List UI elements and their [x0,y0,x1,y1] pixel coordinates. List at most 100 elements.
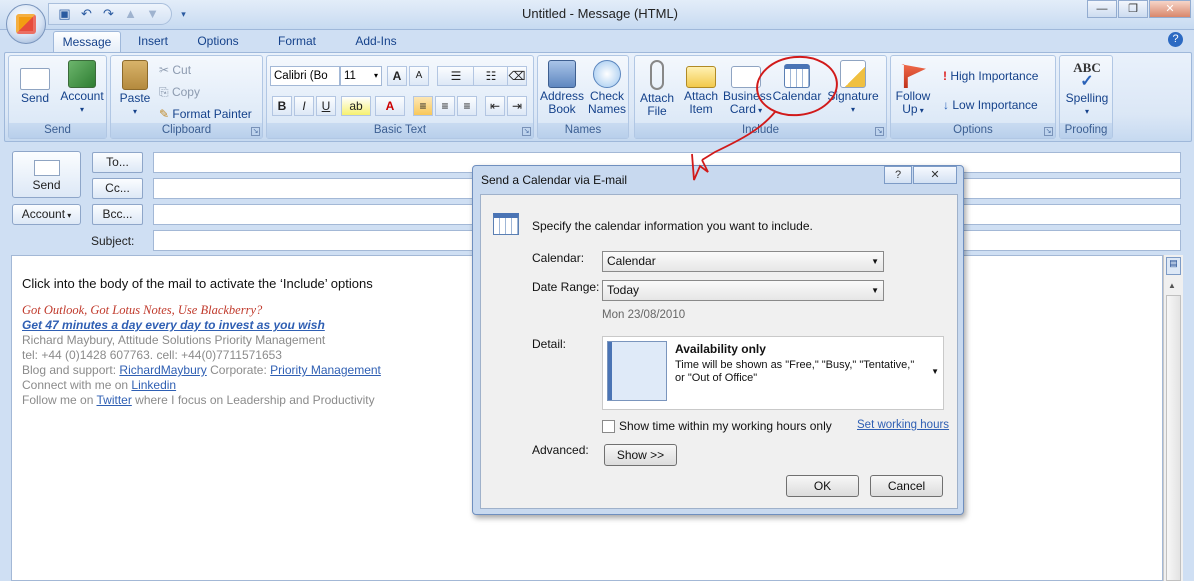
highlight-icon[interactable]: ab [341,96,371,116]
scrollbar-thumb[interactable] [1166,295,1181,581]
underline-button[interactable]: U [316,96,336,116]
bullets-button[interactable]: ☰ [437,66,475,86]
tab-insert[interactable]: Insert [128,31,178,53]
follow-up-button[interactable]: Follow Up ▾ [893,60,933,117]
scissors-icon: ✂ [159,63,173,77]
names-group-label: Names [538,123,628,138]
clipboard-group-label: Clipboard [111,123,262,138]
copy-button[interactable]: ⎘ Copy [159,84,200,100]
show-advanced-button[interactable]: Show >> [604,444,677,466]
dropdown-arrow-icon: ▾ [65,211,72,220]
priority-management-link[interactable]: Priority Management [270,363,381,377]
dialog-launcher-icon[interactable]: ↘ [1044,127,1053,136]
numbering-button[interactable]: ☷ [473,66,509,86]
signature-name: Richard Maybury, Attitude Solutions Prio… [22,333,326,347]
align-right-button[interactable]: ≡ [457,96,477,116]
options-group: Follow Up ▾ ! High Importance ↓ Low Impo… [890,55,1056,139]
down-icon[interactable]: ▼ [145,7,160,21]
ruler-toggle-icon[interactable]: ▤ [1166,257,1181,275]
copy-icon: ⎘ [159,85,172,99]
attach-file-button[interactable]: Attach File [637,60,677,118]
bcc-button[interactable]: Bcc... [92,204,143,225]
working-hours-checkbox[interactable] [602,420,615,433]
working-hours-label: Show time within my working hours only [619,419,832,433]
dialog-close-button[interactable]: ✕ [913,166,957,184]
account-dropdown-button[interactable]: Account ▾ [12,204,81,225]
undo-icon[interactable]: ↶ [79,7,94,21]
clipboard-group: Paste ▾ ✂ Cut ⎘ Copy ✎ Format Painter Cl… [110,55,263,139]
low-importance-button[interactable]: ↓ Low Importance [943,97,1038,113]
dropdown-arrow-icon: ▾ [373,71,378,80]
clear-formatting-button[interactable]: ⌫ [507,66,527,86]
restore-button[interactable]: ❐ [1118,0,1148,18]
font-size-combo[interactable]: 11 ▾ [340,66,382,86]
help-icon[interactable]: ? [1168,32,1183,47]
dropdown-arrow-icon: ▼ [931,367,939,376]
high-importance-button[interactable]: ! High Importance [943,68,1038,84]
ribbon-send-button[interactable]: Send [15,60,55,105]
cancel-button[interactable]: Cancel [870,475,943,497]
cut-button[interactable]: ✂ Cut [159,62,191,78]
shrink-font-button[interactable]: A [409,66,429,86]
signature-twitter-line: Follow me on Twitter where I focus on Le… [22,393,375,407]
scroll-up-icon[interactable]: ▲ [1168,281,1176,290]
tab-format-text[interactable]: Format Text [258,31,336,68]
date-range-select[interactable]: Today ▼ [602,280,884,301]
ribbon-account-button[interactable]: Account ▾ [59,60,105,116]
calendar-select[interactable]: Calendar ▼ [602,251,884,272]
proofing-group-label: Proofing [1060,123,1112,138]
cc-button[interactable]: Cc... [92,178,143,199]
align-center-button[interactable]: ≡ [435,96,455,116]
font-name-combo[interactable]: Calibri (Bo [270,66,340,86]
set-working-hours-link[interactable]: Set working hours [857,419,949,431]
increase-indent-button[interactable]: ⇥ [507,96,527,116]
to-button[interactable]: To... [92,152,143,173]
vertical-scrollbar[interactable]: ▤ ▲ [1163,255,1183,581]
linkedin-link[interactable]: Linkedin [131,378,176,392]
date-range-label: Date Range: [532,280,600,294]
up-icon[interactable]: ▲ [123,7,138,21]
minimize-button[interactable]: — [1087,0,1117,18]
detail-select[interactable]: Availability only Time will be shown as … [602,336,944,410]
dialog-content: Specify the calendar information you wan… [480,194,958,509]
bold-button[interactable]: B [272,96,292,116]
tab-add-ins[interactable]: Add-Ins [346,31,406,53]
twitter-link[interactable]: Twitter [96,393,131,407]
align-left-button[interactable]: ≡ [413,96,433,116]
dropdown-arrow-icon: ▾ [132,107,137,116]
richardmaybury-link[interactable]: RichardMaybury [119,363,206,377]
window-title: Untitled - Message (HTML) [521,6,679,21]
account-icon [68,60,96,88]
dialog-launcher-icon[interactable]: ↘ [522,127,531,136]
address-book-button[interactable]: Address Book [540,60,584,116]
dialog-launcher-icon[interactable]: ↘ [875,127,884,136]
decrease-indent-button[interactable]: ⇤ [485,96,505,116]
calendar-label: Calendar: [532,251,585,265]
close-button[interactable]: ✕ [1149,0,1191,18]
save-icon[interactable]: ▣ [57,7,72,21]
calendar-icon [493,213,519,235]
subject-label: Subject: [91,234,135,248]
annotation-circle [756,55,838,117]
grow-font-button[interactable]: A [387,66,407,86]
tab-options[interactable]: Options [188,31,248,53]
dialog-launcher-icon[interactable]: ↘ [251,127,260,136]
dialog-help-button[interactable]: ? [884,166,912,184]
customize-icon[interactable]: ▾ [176,7,191,21]
format-painter-button[interactable]: ✎ Format Painter [159,106,252,122]
dropdown-arrow-icon: ▼ [871,257,879,266]
check-names-button[interactable]: Check Names [586,60,628,116]
italic-button[interactable]: I [294,96,314,116]
paste-button[interactable]: Paste ▾ [115,60,155,118]
signature-blog-line: Blog and support: RichardMaybury Corpora… [22,363,381,377]
font-color-icon[interactable]: A [375,96,405,116]
send-button[interactable]: Send [12,151,81,198]
spelling-button[interactable]: ABC ✓ Spelling ▾ [1062,60,1112,118]
ok-button[interactable]: OK [786,475,859,497]
ribbon: Send Account ▾ Send Paste ▾ ✂ Cut ⎘ Copy… [4,52,1192,142]
signature-link-47-minutes[interactable]: Get 47 minutes a day every day to invest… [22,318,325,332]
tab-message[interactable]: Message [53,31,121,53]
redo-icon[interactable]: ↷ [101,7,116,21]
flag-icon [900,64,926,88]
office-button[interactable] [6,4,46,44]
